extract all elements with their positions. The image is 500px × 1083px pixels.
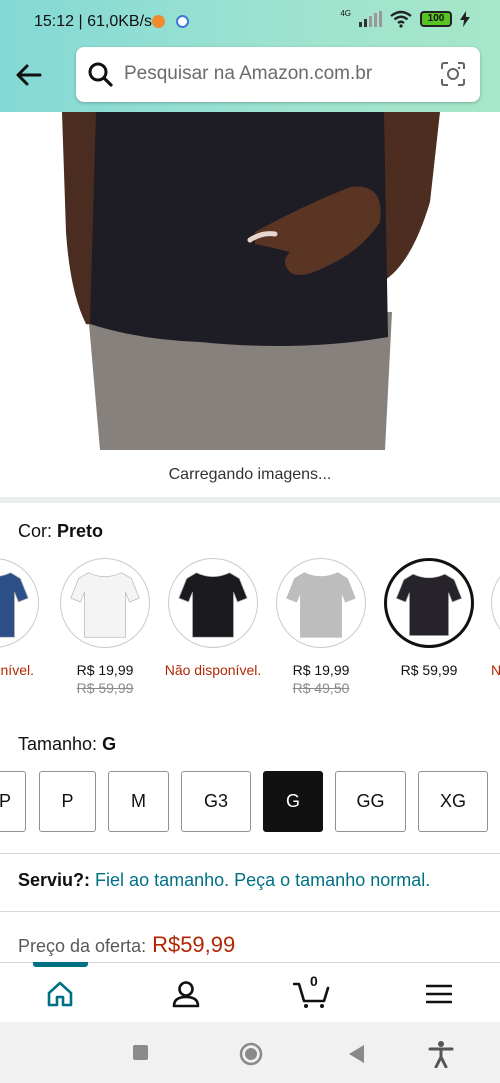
size-option[interactable]: P: [0, 771, 26, 832]
tshirt-thumbnail: [395, 573, 463, 637]
size-label: Tamanho: G: [18, 734, 116, 755]
system-navigation-bar: [0, 1022, 500, 1083]
size-options: P P M G3 G GG XG: [0, 771, 500, 833]
status-right: 4G 100: [340, 8, 470, 28]
swatch-image: [276, 558, 366, 648]
fit-link[interactable]: Fiel ao tamanho. Peça o tamanho normal.: [95, 870, 430, 890]
active-tab-indicator: [33, 962, 88, 967]
size-selected-value: G: [102, 734, 117, 754]
nav-menu[interactable]: [419, 977, 459, 1011]
color-label-text: Cor:: [18, 521, 53, 541]
color-swatch-list: ponível. R$ 19,99 R$ 59,99 Não disponíve…: [0, 558, 500, 703]
swatch-image: [168, 558, 258, 648]
color-swatch[interactable]: R$ 19,99 R$ 59,99: [59, 558, 151, 696]
wifi-icon: [390, 10, 412, 28]
color-swatch[interactable]: R$ 19,99 R$ 49,50: [275, 558, 367, 696]
swatch-price: R$ 19,99: [292, 662, 350, 678]
fit-feedback: Serviu?: Fiel ao tamanho. Peça o tamanho…: [18, 870, 430, 891]
battery-icon: 100: [420, 11, 452, 27]
recent-apps-icon[interactable]: [132, 1044, 150, 1062]
user-icon: [172, 981, 200, 1008]
size-option[interactable]: XG: [418, 771, 488, 832]
color-swatch[interactable]: Não disponível.: [165, 558, 261, 678]
size-option-selected[interactable]: G: [263, 771, 323, 832]
notification-icon: [152, 15, 165, 28]
search-input[interactable]: [124, 59, 424, 89]
nav-home[interactable]: [40, 977, 80, 1011]
app-header: 15:12 | 61,0KB/s 4G 100: [0, 0, 500, 112]
swatch-price: N: [491, 662, 500, 678]
product-image[interactable]: [0, 112, 500, 450]
offer-price-label: Preço da oferta:: [18, 936, 147, 956]
swatch-price: Não disponível.: [164, 662, 262, 678]
size-label-text: Tamanho:: [18, 734, 98, 754]
cart-count: 0: [310, 973, 318, 989]
color-swatch[interactable]: N: [491, 558, 500, 678]
size-option[interactable]: GG: [335, 771, 406, 832]
signal-icon: [359, 11, 382, 27]
offer-price-value: R$59,99: [152, 932, 236, 957]
fit-label: Serviu?:: [18, 870, 91, 890]
home-button-icon[interactable]: [239, 1042, 263, 1066]
swatch-image: [60, 558, 150, 648]
swatch-image: [491, 558, 500, 648]
tshirt-thumbnail: [0, 572, 29, 638]
offer-price: Preço da oferta: R$59,99: [18, 932, 235, 958]
charging-icon: [460, 11, 470, 27]
size-option[interactable]: G3: [181, 771, 251, 832]
search-bar[interactable]: [76, 47, 480, 102]
section-divider: [0, 497, 500, 503]
accessibility-icon[interactable]: [428, 1040, 454, 1068]
color-label: Cor: Preto: [18, 521, 103, 542]
size-option[interactable]: P: [39, 771, 96, 832]
swatch-price: ponível.: [0, 662, 34, 678]
notification-icon-2: [176, 15, 189, 28]
bottom-navigation: 0: [0, 962, 500, 1022]
nav-account[interactable]: [166, 977, 206, 1011]
product-photo: [0, 112, 500, 450]
color-swatch[interactable]: ponível.: [0, 558, 40, 678]
size-option[interactable]: M: [108, 771, 169, 832]
home-icon: [47, 981, 73, 1007]
network-type: 4G: [340, 8, 351, 18]
status-time: 15:12 | 61,0KB/s: [34, 13, 153, 30]
swatch-image: [0, 558, 39, 648]
tshirt-thumbnail: [178, 572, 248, 638]
search-icon: [88, 62, 113, 87]
nav-cart[interactable]: 0: [292, 973, 332, 1011]
status-bar: 15:12 | 61,0KB/s 4G 100: [0, 0, 500, 44]
menu-icon: [426, 984, 452, 1004]
color-swatch-selected[interactable]: R$ 59,99: [383, 558, 475, 678]
tshirt-thumbnail: [286, 572, 356, 638]
back-arrow-icon[interactable]: [14, 60, 44, 90]
tshirt-thumbnail: [492, 559, 500, 647]
tshirt-thumbnail: [70, 572, 140, 638]
swatch-old-price: R$ 59,99: [76, 680, 134, 696]
color-selected-value: Preto: [57, 521, 104, 541]
swatch-image: [384, 558, 474, 648]
divider: [0, 911, 500, 912]
camera-scan-icon[interactable]: [440, 61, 466, 87]
swatch-price: R$ 59,99: [400, 662, 458, 678]
back-button-icon[interactable]: [348, 1044, 366, 1064]
loading-images-text: Carregando imagens...: [168, 466, 332, 483]
swatch-price: R$ 19,99: [76, 662, 134, 678]
swatch-old-price: R$ 49,50: [292, 680, 350, 696]
divider: [0, 853, 500, 854]
